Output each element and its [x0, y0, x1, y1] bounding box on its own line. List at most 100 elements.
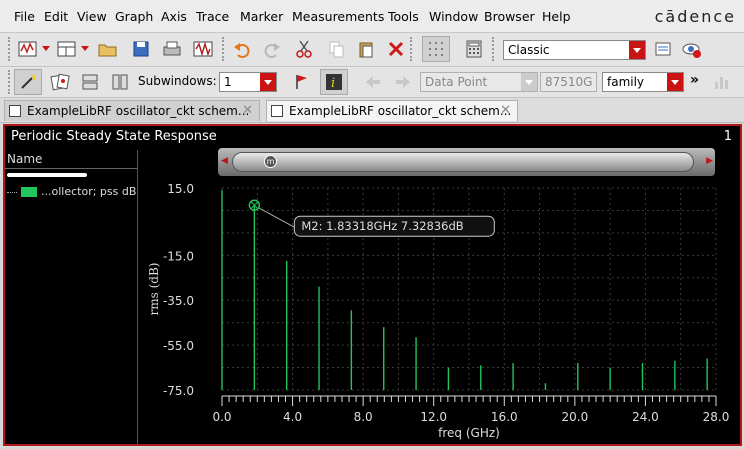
menu-graph[interactable]: Graph: [115, 9, 153, 24]
side-layout-icon[interactable]: [108, 70, 132, 94]
menu-trace[interactable]: Trace: [196, 9, 229, 24]
tab-schematic-1[interactable]: ExampleLibRF oscillator_ckt schem... ✕: [4, 100, 260, 121]
menu-file[interactable]: File: [14, 9, 35, 24]
graph-window: Periodic Steady State Response 1 Name ..…: [3, 124, 742, 446]
toolbar-grip[interactable]: [8, 37, 14, 61]
y-tick-label: 15.0: [167, 182, 194, 196]
x-tick-label: 16.0: [491, 410, 518, 424]
zoom-slider[interactable]: ◀ ▶ m: [218, 148, 715, 176]
document-icon: [9, 105, 21, 117]
svg-text:i: i: [331, 76, 335, 91]
tab-label: ExampleLibRF oscillator_ckt schem...: [289, 104, 512, 118]
paste-icon[interactable]: [354, 37, 378, 61]
card-icon[interactable]: [48, 70, 72, 94]
marker-type-combo: Data Point: [420, 72, 538, 92]
scroll-right-icon[interactable]: ▶: [706, 156, 713, 166]
menu-view[interactable]: View: [77, 9, 107, 24]
marker-handle-icon[interactable]: m: [264, 155, 277, 168]
trace-list-pane: Name ...ollector; pss dB: [5, 150, 138, 446]
marker-leader-line: [259, 207, 295, 228]
print-icon[interactable]: [160, 37, 184, 61]
menu-marker[interactable]: Marker: [240, 9, 283, 24]
close-icon[interactable]: ✕: [242, 101, 253, 121]
y-tick-label: -35.0: [163, 294, 194, 308]
scroll-left-icon[interactable]: ◀: [221, 156, 228, 166]
new-subwindow-icon[interactable]: [55, 37, 79, 61]
menu-axis[interactable]: Axis: [161, 9, 187, 24]
stack-layout-icon[interactable]: [78, 70, 102, 94]
menu-help[interactable]: Help: [542, 9, 571, 24]
x-axis-label: freq (GHz): [438, 426, 500, 440]
marker-type-value: Data Point: [425, 75, 488, 89]
x-tick-label: 28.0: [703, 410, 730, 424]
toolbar-grip[interactable]: [222, 37, 228, 61]
y-tick-label: -55.0: [163, 339, 194, 353]
bar-chart-icon[interactable]: [710, 70, 734, 94]
calculator-icon[interactable]: [462, 37, 486, 61]
family-value: family: [607, 75, 645, 89]
chevron-down-icon[interactable]: [667, 73, 683, 91]
marker-toolbar: Subwindows: 1 i Data Point 87510G family…: [0, 67, 744, 98]
x-tick-label: 0.0: [212, 410, 231, 424]
undo-icon[interactable]: [230, 37, 254, 61]
chevron-down-icon[interactable]: [629, 41, 645, 59]
redo-icon[interactable]: [260, 37, 284, 61]
group-label-bar: [7, 173, 87, 177]
chevron-down-icon[interactable]: [260, 73, 276, 91]
tab-schematic-2[interactable]: ExampleLibRF oscillator_ckt schem... ✕: [266, 100, 518, 121]
subwindows-label: Subwindows:: [138, 74, 217, 88]
marker-next-icon: [391, 70, 415, 94]
name-column-header: Name: [5, 150, 137, 169]
toolbar-grip[interactable]: [410, 37, 416, 61]
x-tick-label: 8.0: [354, 410, 373, 424]
marker-label-text: M2: 1.83318GHz 7.32836dB: [301, 219, 463, 233]
menu-browser[interactable]: Browser: [484, 9, 535, 24]
menu-window[interactable]: Window: [429, 9, 478, 24]
subwindows-value: 1: [224, 75, 232, 89]
save-style-icon[interactable]: [651, 37, 675, 61]
style-combo[interactable]: Classic: [503, 40, 646, 60]
toolbar-grip[interactable]: [492, 37, 498, 61]
trace-color-swatch: [21, 187, 37, 197]
menu-edit[interactable]: Edit: [44, 9, 68, 24]
more-tools-icon[interactable]: »: [690, 72, 699, 88]
dropdown-arrow-icon[interactable]: [40, 37, 52, 61]
x-tick-label: 12.0: [420, 410, 447, 424]
main-toolbar: Classic: [0, 33, 744, 67]
subwindow-index: 1: [723, 129, 732, 144]
new-window-icon[interactable]: [16, 37, 40, 61]
marker-flag-icon[interactable]: [290, 70, 314, 94]
trace-legend-label: ...ollector; pss dB: [41, 185, 137, 198]
close-icon[interactable]: ✕: [500, 101, 511, 121]
copy-icon[interactable]: [324, 37, 348, 61]
delete-icon[interactable]: [384, 37, 408, 61]
subwindows-combo[interactable]: 1: [219, 72, 277, 92]
tab-bar: ExampleLibRF oscillator_ckt schem... ✕ E…: [0, 98, 744, 123]
chevron-down-icon: [521, 73, 537, 91]
save-icon[interactable]: [129, 37, 153, 61]
y-tick-label: -15.0: [163, 249, 194, 263]
style-combo-value: Classic: [508, 43, 550, 57]
zoom-slider-thumb[interactable]: [232, 152, 694, 172]
menu-measurements[interactable]: Measurements: [292, 9, 384, 24]
grid-toggle-icon[interactable]: [422, 36, 450, 62]
tree-connector: [7, 192, 17, 193]
family-combo[interactable]: family: [602, 72, 684, 92]
menu-tools[interactable]: Tools: [388, 9, 419, 24]
waveform-icon[interactable]: [191, 37, 215, 61]
info-icon[interactable]: i: [320, 69, 348, 95]
view-style-icon[interactable]: [680, 37, 704, 61]
menu-bar: File Edit View Graph Axis Trace Marker M…: [0, 0, 744, 33]
cadence-logo: cādence: [654, 7, 736, 26]
dropdown-arrow-icon[interactable]: [79, 37, 91, 61]
trace-legend-item[interactable]: ...ollector; pss dB: [7, 184, 137, 202]
y-tick-label: -75.0: [163, 384, 194, 398]
document-icon: [271, 105, 283, 117]
cut-icon[interactable]: [292, 37, 316, 61]
x-tick-label: 4.0: [283, 410, 302, 424]
x-tick-label: 20.0: [561, 410, 588, 424]
open-folder-icon[interactable]: [96, 37, 120, 61]
marker-value-field: 87510G: [540, 72, 597, 92]
marker-prev-icon: [361, 70, 385, 94]
select-tool-icon[interactable]: [14, 69, 42, 95]
